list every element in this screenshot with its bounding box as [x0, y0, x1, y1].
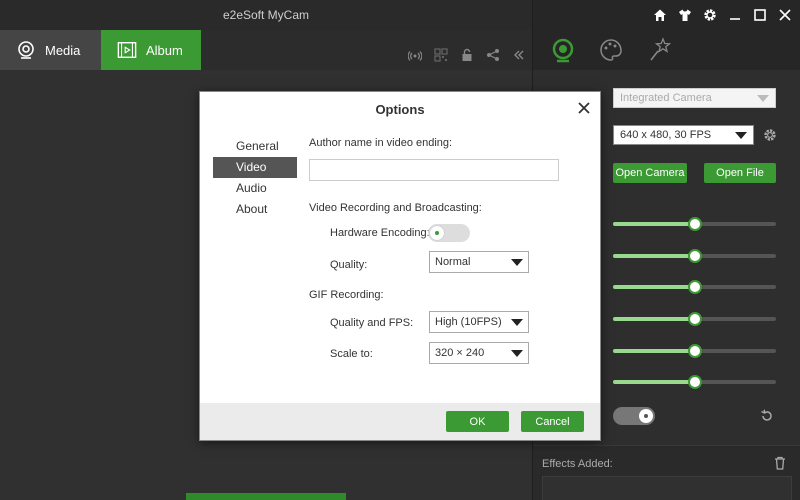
bottom-action-bar[interactable]: [186, 493, 346, 500]
author-name-input[interactable]: [309, 159, 559, 181]
camera-tab-icon[interactable]: [547, 34, 579, 66]
hardware-encoding-toggle[interactable]: [428, 224, 470, 242]
dialog-close-icon[interactable]: [576, 100, 592, 116]
main-tabs: Media Album: [0, 30, 532, 70]
hardware-encoding-label: Hardware Encoding:: [330, 227, 430, 239]
close-icon[interactable]: [778, 8, 792, 22]
options-nav: General Video Audio About: [213, 136, 297, 220]
tab-album-label: Album: [146, 42, 183, 58]
quality-label: Quality:: [330, 259, 368, 271]
qr-icon[interactable]: [434, 48, 448, 62]
gif-section-label: GIF Recording:: [309, 289, 384, 301]
dialog-title: Options: [375, 102, 425, 117]
camera-settings-icon[interactable]: [762, 127, 778, 143]
share-icon[interactable]: [486, 48, 500, 62]
adjust-slider-6[interactable]: [613, 375, 776, 389]
dialog-footer: OK Cancel: [200, 403, 600, 440]
broadcast-icon[interactable]: [408, 48, 422, 62]
album-toolbar: [408, 48, 526, 62]
right-tabs: [533, 30, 800, 70]
gif-quality-label: Quality and FPS:: [330, 317, 414, 329]
tab-album[interactable]: Album: [101, 30, 201, 70]
adjust-slider-2[interactable]: [613, 249, 776, 263]
shirt-icon[interactable]: [678, 8, 692, 22]
title-bar: e2eSoft MyCam: [0, 0, 532, 30]
nav-general[interactable]: General: [213, 136, 297, 157]
nav-audio[interactable]: Audio: [213, 178, 297, 199]
open-camera-button[interactable]: Open Camera: [613, 163, 687, 183]
adjust-slider-4[interactable]: [613, 312, 776, 326]
reset-icon[interactable]: [759, 408, 775, 424]
scale-select[interactable]: 320 × 240: [429, 342, 529, 364]
scale-select-value: 320 × 240: [435, 347, 485, 359]
palette-tab-icon[interactable]: [595, 34, 627, 66]
adjust-slider-1[interactable]: [613, 217, 776, 231]
resolution-select[interactable]: 640 x 480, 30 FPS: [613, 125, 754, 145]
home-icon[interactable]: [653, 8, 667, 22]
author-name-label: Author name in video ending:: [309, 137, 453, 149]
lock-icon[interactable]: [460, 48, 474, 62]
webcam-icon: [16, 40, 36, 60]
gif-quality-select[interactable]: High (10FPS): [429, 311, 529, 333]
cancel-button[interactable]: Cancel: [521, 411, 584, 432]
adjust-slider-5[interactable]: [613, 344, 776, 358]
options-dialog: Options General Video Audio About Author…: [199, 91, 601, 441]
chevron-down-icon: [511, 350, 523, 357]
effects-added-label: Effects Added:: [542, 458, 613, 470]
film-icon: [117, 40, 137, 60]
trash-icon[interactable]: [773, 456, 787, 470]
video-section-label: Video Recording and Broadcasting:: [309, 202, 482, 214]
camera-select-value: Integrated Camera: [620, 92, 712, 104]
tab-media[interactable]: Media: [0, 30, 101, 70]
nav-about[interactable]: About: [213, 199, 297, 220]
scale-label: Scale to:: [330, 348, 373, 360]
quality-select-value: Normal: [435, 256, 471, 268]
tab-media-label: Media: [45, 42, 81, 58]
nav-video[interactable]: Video: [213, 157, 297, 178]
resolution-select-value: 640 x 480, 30 FPS: [620, 129, 712, 141]
adjust-slider-3[interactable]: [613, 280, 776, 294]
ok-button[interactable]: OK: [446, 411, 509, 432]
chevron-down-icon: [511, 319, 523, 326]
camera-select[interactable]: Integrated Camera: [613, 88, 776, 108]
effects-list: [542, 476, 792, 500]
collapse-icon[interactable]: [512, 48, 526, 62]
chevron-down-icon: [757, 95, 769, 102]
window-controls: [653, 8, 792, 22]
chevron-down-icon: [511, 259, 523, 266]
app-title: e2eSoft MyCam: [222, 8, 310, 22]
effects-tab-icon[interactable]: [645, 34, 677, 66]
maximize-icon[interactable]: [753, 8, 767, 22]
minimize-icon[interactable]: [728, 8, 742, 22]
effects-added-section: Effects Added:: [533, 445, 800, 500]
gif-quality-select-value: High (10FPS): [435, 316, 502, 328]
chevron-down-icon: [735, 132, 747, 139]
open-file-button[interactable]: Open File: [704, 163, 776, 183]
settings-icon[interactable]: [703, 8, 717, 22]
mirror-toggle[interactable]: [613, 407, 655, 425]
quality-select[interactable]: Normal: [429, 251, 529, 273]
